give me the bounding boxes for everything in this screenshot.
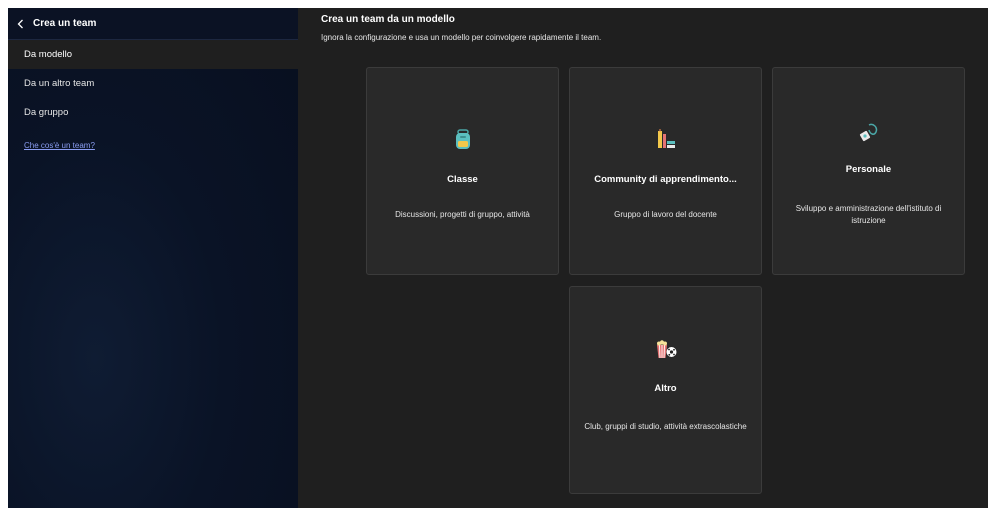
sidebar-item-label: Da modello <box>24 49 73 60</box>
card-title: Classe <box>447 174 478 185</box>
template-card-community[interactable]: Community di apprendimento... Gruppo di … <box>569 67 762 275</box>
template-card-altro[interactable]: Altro Club, gruppi di studio, attività e… <box>569 286 762 494</box>
what-is-team-link[interactable]: Che cos'è un team? <box>8 141 298 150</box>
template-card-classe[interactable]: Classe Discussioni, progetti di gruppo, … <box>366 67 559 275</box>
card-title: Community di apprendimento... <box>594 174 737 185</box>
sidebar-item-label: Da un altro team <box>24 78 95 89</box>
sidebar-item-label: Da gruppo <box>24 107 69 118</box>
card-title: Personale <box>845 164 892 175</box>
books-pencil-icon <box>654 127 678 151</box>
template-card-personale[interactable]: Personale Sviluppo e amministrazione del… <box>772 67 965 275</box>
main-panel: Crea un team da un modello Ignora la con… <box>298 8 988 508</box>
sidebar-item-da-gruppo[interactable]: Da gruppo <box>8 98 298 127</box>
sidebar-item-da-altro-team[interactable]: Da un altro team <box>8 69 298 98</box>
sidebar: Crea un team Da modello Da un altro team… <box>8 8 298 508</box>
page-title: Crea un team da un modello <box>321 14 455 25</box>
card-description: Sviluppo e amministrazione dell'istituto… <box>795 204 942 225</box>
sidebar-header: Crea un team <box>8 8 298 40</box>
badge-lanyard-icon <box>857 121 881 145</box>
card-title: Altro <box>654 383 677 394</box>
chevron-left-icon[interactable] <box>17 19 27 29</box>
sidebar-title: Crea un team <box>33 18 97 29</box>
card-description: Club, gruppi di studio, attività extrasc… <box>584 422 747 431</box>
sidebar-item-da-modello[interactable]: Da modello <box>8 40 298 69</box>
page-subtitle: Ignora la configurazione e usa un modell… <box>321 33 602 42</box>
card-description: Discussioni, progetti di gruppo, attivit… <box>395 210 530 219</box>
backpack-icon <box>451 127 475 151</box>
create-team-window: Crea un team Da modello Da un altro team… <box>8 8 988 508</box>
popcorn-soccer-icon <box>654 337 678 361</box>
card-description: Gruppo di lavoro del docente <box>614 210 717 219</box>
